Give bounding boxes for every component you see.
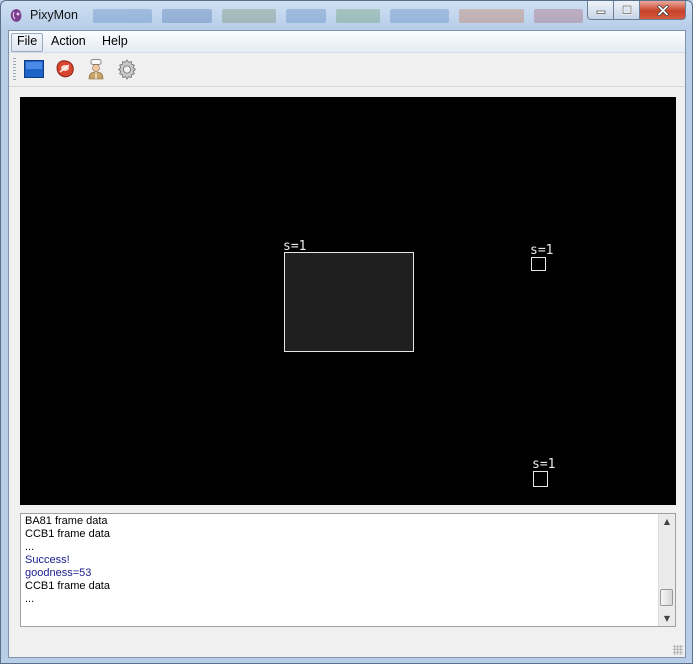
- chevron-up-icon: ▲: [663, 517, 671, 526]
- toolbar-video-button[interactable]: [22, 57, 46, 81]
- detected-block-small: [533, 471, 548, 487]
- raw-frame-icon: [56, 60, 74, 78]
- chevron-down-icon: ▼: [663, 614, 671, 623]
- menu-help[interactable]: Help: [97, 33, 133, 50]
- scroll-thumb[interactable]: [660, 589, 673, 606]
- console-line: BA81 frame data: [25, 515, 108, 527]
- scroll-up-button[interactable]: ▲: [659, 514, 675, 529]
- console-scrollbar[interactable]: ▲ ▼: [658, 514, 675, 626]
- toolbar: [9, 53, 685, 87]
- pixymon-app-icon: [10, 9, 22, 22]
- pixymon-window: PixyMon File Action Help s=1 s=1 s=1 BA8…: [0, 0, 693, 664]
- minimize-button[interactable]: [587, 1, 614, 20]
- menu-file[interactable]: File: [11, 33, 44, 52]
- cooked-person-icon: [88, 59, 104, 80]
- console-output[interactable]: BA81 frame data CCB1 frame data ... Succ…: [20, 513, 676, 627]
- scroll-down-button[interactable]: ▼: [659, 611, 675, 626]
- console-line: CCB1 frame data: [25, 580, 110, 592]
- video-display[interactable]: s=1 s=1 s=1: [20, 97, 676, 505]
- console-line: ...: [25, 541, 35, 553]
- title-bar[interactable]: PixyMon: [1, 1, 692, 30]
- detected-block-small: [531, 257, 546, 271]
- toolbar-cooked-button[interactable]: [84, 57, 108, 81]
- window-title: PixyMon: [30, 8, 78, 22]
- detected-block-large: [284, 252, 414, 352]
- maximize-button[interactable]: [614, 1, 640, 20]
- toolbar-raw-button[interactable]: [53, 57, 77, 81]
- blob-label: s=1: [532, 457, 556, 472]
- video-window-icon: [24, 60, 44, 78]
- maximize-icon: [621, 5, 632, 15]
- console-line: CCB1 frame data: [25, 528, 110, 540]
- gear-icon: [117, 59, 137, 80]
- toolbar-configure-button[interactable]: [115, 57, 139, 81]
- console-line: goodness=53: [25, 567, 92, 579]
- toolbar-grip[interactable]: [13, 58, 16, 81]
- minimize-icon: [596, 10, 605, 14]
- console-line: Success!: [25, 554, 70, 566]
- background-taskbar-ghost: [93, 9, 583, 25]
- close-icon: [656, 4, 669, 16]
- blob-label: s=1: [530, 243, 554, 258]
- resize-grip[interactable]: [673, 645, 683, 655]
- status-bar: [9, 635, 685, 657]
- close-button[interactable]: [640, 1, 686, 20]
- console-lines: BA81 frame data CCB1 frame data ... Succ…: [25, 515, 110, 606]
- window-controls: [587, 1, 686, 21]
- menu-bar: File Action Help: [9, 31, 685, 53]
- client-area: File Action Help s=1 s=1 s=1 BA81 frame …: [8, 30, 686, 658]
- menu-action[interactable]: Action: [46, 33, 91, 50]
- console-line: ...: [25, 593, 35, 605]
